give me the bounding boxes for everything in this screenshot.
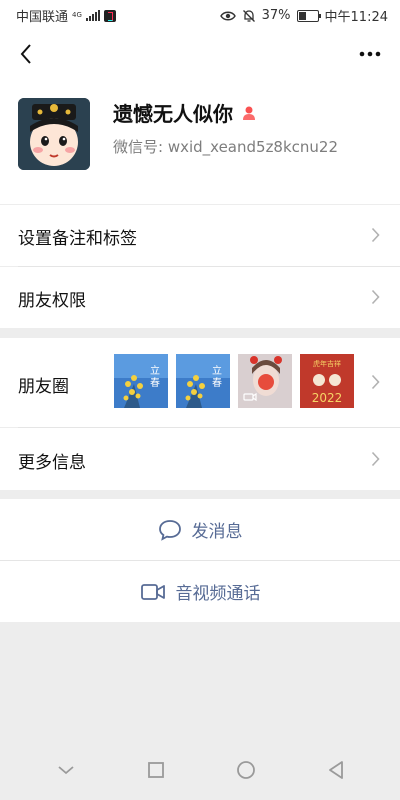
more-button[interactable] — [354, 38, 386, 70]
moments-thumb-flowers-2: 立 春 — [176, 354, 230, 408]
moments-label: 朋友圈 — [18, 377, 69, 397]
friend-permissions-label: 朋友权限 — [18, 291, 86, 311]
chevron-left-icon — [20, 44, 31, 64]
back-button[interactable] — [10, 38, 42, 70]
moments-thumb-video — [238, 354, 292, 408]
system-nav-bar — [0, 740, 400, 800]
contact-name: 遗憾无人似你 — [113, 102, 233, 126]
send-message-button[interactable]: 发消息 — [0, 499, 400, 560]
carrier-label: 中国联通 — [16, 10, 69, 25]
svg-text:春: 春 — [212, 377, 222, 389]
home-icon[interactable] — [236, 760, 256, 780]
chat-bubble-icon — [158, 519, 181, 541]
female-person-icon — [243, 106, 255, 120]
video-call-button[interactable]: 音视频通话 — [0, 561, 400, 622]
signal-icon — [86, 10, 101, 21]
moments-row[interactable]: 朋友圈 立 春 立 春 虎年吉祥 2022 — [0, 338, 400, 427]
remark-tags-label: 设置备注和标签 — [18, 229, 137, 249]
hide-nav-chevron-icon[interactable] — [56, 764, 76, 776]
more-info-row[interactable]: 更多信息 — [0, 428, 400, 490]
video-call-label: 音视频通话 — [175, 584, 261, 604]
more-dots-icon — [359, 51, 381, 57]
selfie-video-icon — [238, 354, 292, 408]
chevron-right-icon — [371, 374, 380, 390]
svg-text:立: 立 — [150, 364, 160, 377]
chevron-right-icon — [371, 227, 380, 243]
friend-permissions-row[interactable]: 朋友权限 — [0, 267, 400, 328]
chevron-right-icon — [371, 451, 380, 467]
mute-bell-icon — [242, 9, 255, 22]
moments-thumbnails: 立 春 立 春 虎年吉祥 2022 — [114, 354, 354, 408]
svg-text:春: 春 — [150, 377, 160, 389]
moments-thumb-2022: 虎年吉祥 2022 — [300, 354, 354, 408]
moments-thumb-badge: 2022 — [312, 391, 343, 405]
eye-icon — [219, 11, 236, 20]
flower-photo-icon: 立 春 — [176, 354, 230, 408]
recent-apps-icon[interactable] — [147, 761, 165, 779]
back-triangle-icon[interactable] — [327, 760, 345, 780]
flower-photo-icon: 立 春 — [114, 354, 168, 408]
video-camera-icon — [140, 583, 165, 600]
cartoon-girl-avatar-icon — [18, 98, 90, 170]
status-bar: 中国联通 4G 37% 中午11:24 — [0, 0, 400, 28]
wechat-id: 微信号: wxid_xeand5z8kcnu22 — [113, 138, 339, 156]
clock: 中午11:24 — [324, 10, 388, 25]
battery-percent: 37% — [261, 8, 291, 23]
profile-header: 遗憾无人似你 微信号: wxid_xeand5z8kcnu22 — [0, 80, 400, 204]
moments-thumb-flowers-1: 立 春 — [114, 354, 168, 408]
battery-icon — [296, 9, 321, 22]
svg-text:立: 立 — [212, 364, 222, 377]
top-nav — [0, 28, 400, 80]
new-year-card-icon: 虎年吉祥 2022 — [300, 354, 354, 408]
chevron-right-icon — [371, 289, 380, 305]
moments-thumb-caption: 虎年吉祥 — [313, 359, 341, 368]
more-info-label: 更多信息 — [18, 453, 86, 473]
network-type-label: 4G — [72, 11, 82, 19]
remark-tags-row[interactable]: 设置备注和标签 — [0, 205, 400, 266]
send-message-label: 发消息 — [191, 522, 243, 542]
tiktok-notification-icon — [104, 9, 117, 22]
avatar[interactable] — [18, 98, 90, 170]
